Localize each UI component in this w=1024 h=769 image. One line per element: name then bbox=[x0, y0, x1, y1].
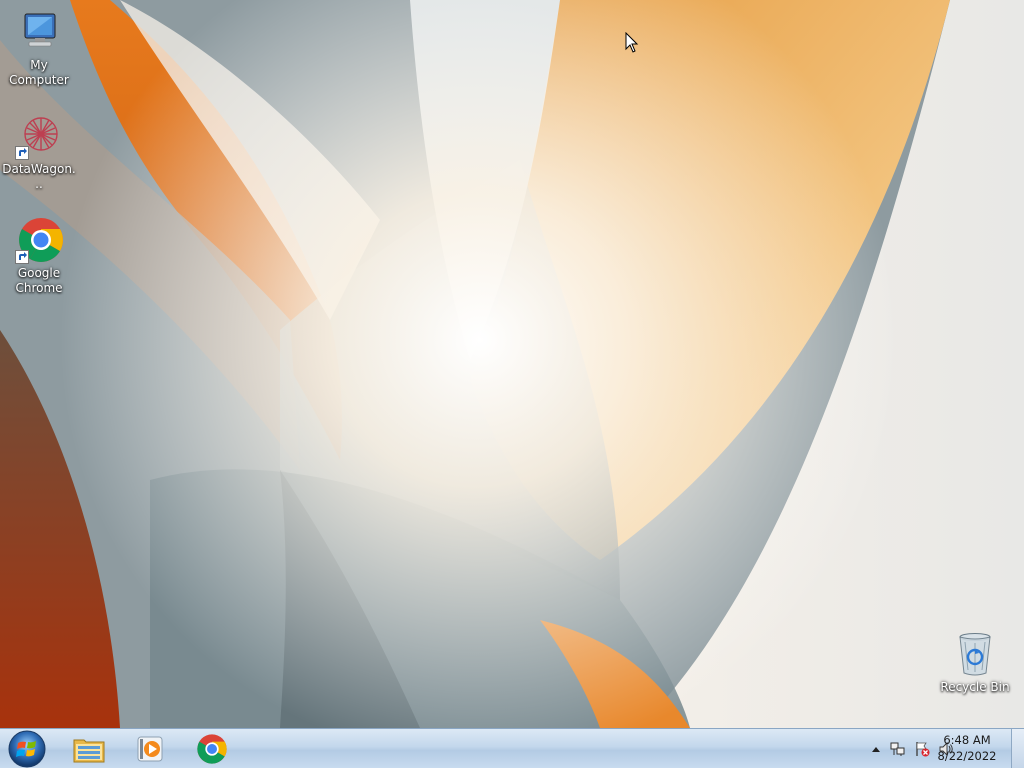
recycle-bin-icon bbox=[951, 630, 999, 678]
desktop[interactable]: My Computer DataWagon... Google Chrome R… bbox=[0, 0, 1024, 728]
file-explorer-icon bbox=[73, 739, 105, 762]
desktop-icon-label: My Computer bbox=[9, 58, 69, 87]
clock-time: 6:48 AM bbox=[943, 733, 991, 747]
shortcut-arrow-icon bbox=[15, 146, 29, 160]
taskbar: 6:48 AM 8/22/2022 bbox=[0, 728, 1024, 768]
chrome-icon bbox=[197, 733, 227, 764]
chrome-icon bbox=[15, 216, 63, 264]
taskbar-chrome-button[interactable] bbox=[183, 730, 241, 767]
desktop-icon-google-chrome[interactable]: Google Chrome bbox=[0, 216, 78, 296]
clock[interactable]: 6:48 AM 8/22/2022 bbox=[932, 732, 1002, 764]
taskbar-file-explorer-button[interactable] bbox=[60, 730, 118, 767]
datawagon-icon bbox=[15, 112, 63, 160]
desktop-icon-my-computer[interactable]: My Computer bbox=[0, 8, 78, 88]
show-hidden-icons-arrow[interactable] bbox=[868, 741, 884, 757]
desktop-icon-recycle-bin[interactable]: Recycle Bin bbox=[936, 630, 1014, 695]
media-player-icon bbox=[137, 736, 163, 761]
shortcut-arrow-icon bbox=[15, 250, 29, 264]
desktop-icon-label: DataWagon... bbox=[2, 162, 76, 191]
start-button[interactable] bbox=[4, 729, 50, 769]
wallpaper bbox=[0, 0, 1024, 728]
network-icon[interactable] bbox=[890, 741, 906, 757]
system-tray: 6:48 AM 8/22/2022 bbox=[824, 729, 1024, 768]
action-center-flag-icon[interactable] bbox=[914, 741, 930, 757]
desktop-icon-label: Recycle Bin bbox=[940, 680, 1010, 694]
mouse-cursor-icon bbox=[625, 32, 639, 53]
taskbar-media-player-button[interactable] bbox=[121, 730, 179, 767]
desktop-icon-datawagon[interactable]: DataWagon... bbox=[0, 112, 78, 192]
clock-date: 8/22/2022 bbox=[937, 749, 997, 763]
show-desktop-button[interactable] bbox=[1011, 729, 1024, 768]
desktop-icon-label: Google Chrome bbox=[15, 266, 63, 295]
my-computer-icon bbox=[15, 8, 63, 56]
windows-logo-icon bbox=[8, 730, 46, 768]
